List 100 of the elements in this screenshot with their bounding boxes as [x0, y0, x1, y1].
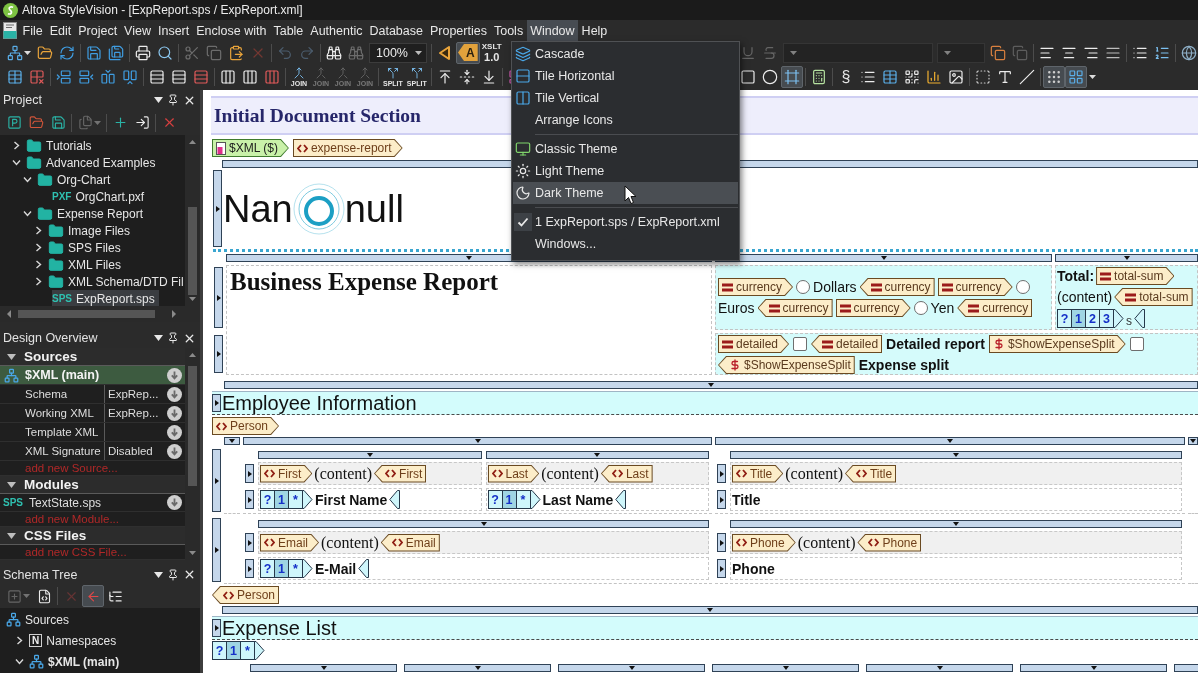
xslt-version-button[interactable]: XSLT 1.0 [479, 41, 504, 64]
triangle-icon[interactable] [7, 352, 16, 361]
row-handle[interactable] [245, 559, 254, 578]
pin-icon[interactable] [167, 94, 179, 106]
chevron-icon[interactable] [12, 141, 21, 150]
chevron-icon[interactable] [23, 175, 32, 184]
chevron-icon[interactable] [34, 277, 43, 286]
column-handle[interactable] [715, 437, 1185, 445]
arrow-circle-icon[interactable] [167, 424, 182, 440]
radio-button[interactable] [913, 301, 928, 315]
property-row[interactable]: Schema ExpRep... [0, 385, 185, 404]
menu-item[interactable]: Tile Horizontal [513, 65, 738, 87]
column-handle[interactable] [243, 437, 712, 445]
column-handle[interactable] [715, 254, 1052, 262]
menu-item[interactable]: Database [365, 20, 427, 41]
row-handle[interactable] [212, 518, 221, 582]
field-tag[interactable]: detailed [718, 335, 790, 353]
menu-item[interactable]: Table [269, 20, 307, 41]
menu-item[interactable]: View [120, 20, 155, 41]
element-tag[interactable]: Email [260, 533, 319, 552]
field-tag[interactable]: currency [957, 299, 1033, 317]
tag-button[interactable]: A [456, 41, 480, 64]
section-header[interactable]: CSS Files [0, 527, 185, 545]
tree-item[interactable]: Sources [6, 609, 74, 630]
tree-item[interactable]: SPS Files [33, 239, 125, 256]
checkbox[interactable] [1129, 337, 1144, 351]
chevron-icon[interactable] [15, 657, 24, 666]
menu-item[interactable]: Insert [154, 20, 193, 41]
element-tag[interactable]: Title [732, 464, 784, 483]
column-handle[interactable] [250, 664, 397, 672]
row-handle[interactable] [212, 449, 221, 512]
radio-button[interactable] [1015, 280, 1030, 294]
tree-item[interactable]: Image Files [33, 222, 135, 239]
menu-item[interactable]: Tile Vertical [513, 87, 738, 109]
checkbox[interactable] [793, 337, 808, 351]
menu-item[interactable]: Classic Theme [513, 138, 738, 160]
column-handle[interactable] [224, 437, 240, 445]
column-handle[interactable] [224, 381, 1198, 389]
document-icon[interactable] [2, 22, 18, 39]
column-handle[interactable] [866, 664, 1013, 672]
property-row[interactable]: XML Signature Disabled [0, 442, 185, 461]
caret-icon[interactable] [154, 335, 163, 341]
tree-item[interactable]: $XML (main) [14, 651, 124, 672]
chevron-icon[interactable] [23, 209, 32, 218]
row-handle[interactable] [212, 394, 221, 412]
caret-icon[interactable] [154, 571, 163, 578]
dot-grid-button[interactable] [1043, 66, 1065, 88]
field-tag[interactable]: currency [757, 299, 833, 317]
menu-item[interactable]: Properties [426, 20, 491, 41]
arrow-circle-icon[interactable] [167, 405, 182, 421]
column-handle[interactable] [222, 606, 1198, 614]
menu-item[interactable]: Dark Theme [513, 182, 738, 204]
field-tag[interactable]: currency [937, 278, 1013, 296]
tree-item[interactable]: Expense Report [22, 205, 148, 222]
element-tag[interactable]: Last [600, 464, 653, 483]
tree-item[interactable]: Org-Chart [22, 171, 115, 188]
row-handle[interactable] [717, 559, 726, 578]
menu-item[interactable]: Authentic [306, 20, 366, 41]
source-tag[interactable]: $XML ($) [212, 139, 289, 157]
module-row[interactable]: SPS TextState.sps [0, 494, 185, 512]
tree-item[interactable]: Tutorials [11, 137, 96, 154]
element-tag[interactable]: Phone [857, 533, 922, 552]
chevron-icon[interactable] [15, 636, 24, 645]
row-handle[interactable] [717, 464, 726, 483]
column-handle[interactable] [1020, 664, 1167, 672]
row-handle[interactable] [212, 619, 221, 637]
tree-item[interactable]: SPS ExpReport.sps [52, 290, 159, 306]
tree-item[interactable]: N Namespaces [14, 630, 121, 651]
zoom-combo[interactable]: 100% [369, 42, 427, 63]
property-row[interactable]: Template XML [0, 423, 185, 442]
row-handle[interactable] [717, 490, 726, 509]
arrow-circle-icon[interactable] [167, 495, 182, 510]
element-tag[interactable]: expense-report [292, 139, 403, 157]
arrow-circle-icon[interactable] [167, 443, 182, 459]
element-tag[interactable]: First [374, 464, 427, 483]
pin-icon[interactable] [167, 332, 179, 344]
chevron-icon[interactable] [34, 260, 43, 269]
arrow-circle-icon[interactable] [167, 386, 182, 402]
column-handle[interactable] [258, 451, 482, 459]
triangle-icon[interactable] [7, 531, 16, 540]
element-tag[interactable]: Email [380, 533, 440, 552]
menu-item[interactable]: Cascade [513, 43, 738, 65]
menu-item[interactable]: Help [578, 20, 611, 41]
tree-item[interactable]: Advanced Examples [11, 154, 160, 171]
row-handle[interactable] [245, 490, 254, 509]
field-tag[interactable]: total-sum [1114, 288, 1193, 306]
chevron-icon[interactable] [34, 243, 43, 252]
parameter-tag[interactable]: $ShowExpenseSplit [718, 356, 855, 374]
condition-cell[interactable]: ? [487, 490, 503, 509]
field-tag[interactable]: currency [859, 278, 935, 296]
row-handle[interactable] [214, 267, 223, 328]
menu-item[interactable]: Tools [490, 20, 527, 41]
tree-item[interactable]: PXF OrgChart.pxf [52, 188, 149, 205]
menu-item[interactable]: Light Theme [513, 160, 738, 182]
section-header[interactable]: Modules [0, 476, 185, 494]
section-button[interactable]: § [835, 66, 857, 88]
source-row[interactable]: $XML (main) [0, 366, 185, 385]
element-tag[interactable]: Phone [732, 533, 796, 552]
chevron-icon[interactable] [12, 158, 21, 167]
menu-item[interactable]: Windows... [513, 233, 738, 255]
